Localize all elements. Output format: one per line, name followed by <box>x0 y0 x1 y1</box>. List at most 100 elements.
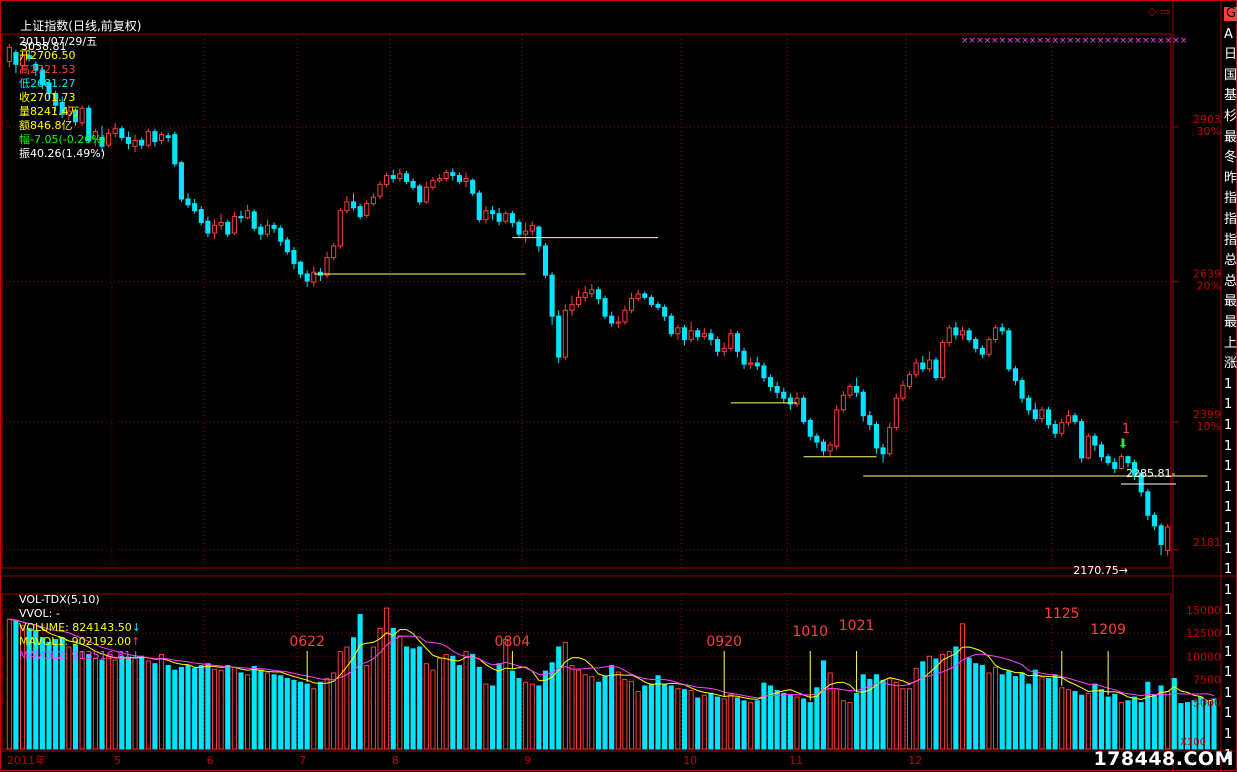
candle-body[interactable] <box>999 327 1005 332</box>
volume-bar[interactable] <box>920 661 926 750</box>
candle-body[interactable] <box>1026 397 1032 411</box>
volume-bar[interactable] <box>807 702 813 750</box>
volume-bar[interactable] <box>211 668 218 750</box>
candle-body[interactable] <box>622 309 628 323</box>
volume-bar[interactable] <box>906 688 913 750</box>
candle-body[interactable] <box>503 213 509 222</box>
volume-bar[interactable] <box>238 672 244 750</box>
candle-body[interactable] <box>648 296 654 305</box>
candle-body[interactable] <box>337 210 343 247</box>
volume-bar[interactable] <box>675 688 681 750</box>
volume-bar[interactable] <box>840 700 846 750</box>
volume-bar[interactable] <box>258 669 264 750</box>
candle-body[interactable] <box>192 203 198 212</box>
volume-bar[interactable] <box>503 639 509 750</box>
volume-bar[interactable] <box>205 663 211 750</box>
volume-bar[interactable] <box>794 696 800 750</box>
volume-bar[interactable] <box>569 665 575 750</box>
volume-bar[interactable] <box>344 646 350 750</box>
candle-body[interactable] <box>450 172 456 177</box>
candle-body[interactable] <box>1112 462 1118 469</box>
candle-body[interactable] <box>635 293 641 300</box>
candle-body[interactable] <box>106 132 112 146</box>
candle-body[interactable] <box>820 441 827 452</box>
candle-body[interactable] <box>900 384 906 399</box>
candle-body[interactable] <box>350 201 357 209</box>
volume-bar[interactable] <box>245 674 251 750</box>
volume-bar[interactable] <box>1092 683 1098 750</box>
candle-body[interactable] <box>940 342 946 379</box>
volume-bar[interactable] <box>688 690 694 750</box>
candle-body[interactable] <box>979 347 985 355</box>
candle-body[interactable] <box>489 210 496 215</box>
volume-bar[interactable] <box>529 683 535 750</box>
candle-body[interactable] <box>384 175 390 185</box>
candle-body[interactable] <box>959 330 966 336</box>
candle-body[interactable] <box>953 327 959 336</box>
candle-body[interactable] <box>344 201 350 212</box>
candle-body[interactable] <box>887 426 893 455</box>
candle-body[interactable] <box>443 172 449 179</box>
candle-body[interactable] <box>430 179 436 188</box>
candle-body[interactable] <box>152 131 158 143</box>
volume-bar[interactable] <box>1065 689 1071 750</box>
volume-bar[interactable] <box>761 682 767 750</box>
candle-body[interactable] <box>377 183 383 197</box>
volume-bar[interactable] <box>820 660 827 750</box>
volume-bar[interactable] <box>483 683 489 750</box>
volume-bar[interactable] <box>185 665 191 750</box>
volume-bar[interactable] <box>476 666 482 750</box>
volume-bar[interactable] <box>1072 691 1078 750</box>
candle-body[interactable] <box>364 203 370 216</box>
candle-body[interactable] <box>536 226 542 247</box>
candle-body[interactable] <box>218 221 224 226</box>
candle-body[interactable] <box>245 210 251 219</box>
candle-body[interactable] <box>973 339 979 349</box>
candle-body[interactable] <box>437 178 443 181</box>
volume-bar[interactable] <box>781 692 787 750</box>
candle-body[interactable] <box>470 179 476 194</box>
candle-body[interactable] <box>529 224 535 232</box>
volume-bar[interactable] <box>284 678 290 750</box>
volume-bar[interactable] <box>443 653 449 750</box>
volume-bar[interactable] <box>734 697 740 750</box>
volume-bar[interactable] <box>1059 687 1065 750</box>
candle-body[interactable] <box>595 289 601 300</box>
volume-bar[interactable] <box>993 666 999 750</box>
volume-bar[interactable] <box>509 670 515 750</box>
candle-body[interactable] <box>331 245 337 259</box>
volume-bar[interactable] <box>145 660 151 750</box>
candle-body[interactable] <box>1098 444 1105 458</box>
volume-bar[interactable] <box>165 665 171 750</box>
volume-bar[interactable] <box>748 702 754 750</box>
volume-bar[interactable] <box>754 700 760 750</box>
volume-bar[interactable] <box>331 672 337 750</box>
candle-body[interactable] <box>112 128 118 134</box>
volume-bar[interactable] <box>999 674 1005 750</box>
volume-bar[interactable] <box>668 685 674 750</box>
candle-body[interactable] <box>748 362 754 365</box>
volume-bar[interactable] <box>854 692 860 750</box>
volume-bar[interactable] <box>562 641 568 750</box>
volume-bar[interactable] <box>159 653 165 750</box>
volume-bar[interactable] <box>278 675 284 750</box>
candle-body[interactable] <box>251 211 257 229</box>
candle-body[interactable] <box>1039 409 1045 420</box>
candle-body[interactable] <box>946 327 952 344</box>
candle-body[interactable] <box>1019 380 1025 399</box>
volume-bar[interactable] <box>1138 702 1144 750</box>
candle-body[interactable] <box>913 362 919 376</box>
candle-body[interactable] <box>801 397 807 423</box>
candle-body[interactable] <box>721 347 727 352</box>
candle-body[interactable] <box>417 185 423 203</box>
candle-body[interactable] <box>476 192 482 220</box>
volume-bar[interactable] <box>370 646 376 750</box>
volume-bar[interactable] <box>615 671 621 750</box>
candle-body[interactable] <box>483 210 489 220</box>
candle-body[interactable] <box>456 175 462 182</box>
volume-bar[interactable] <box>384 607 390 750</box>
candle-body[interactable] <box>860 391 866 417</box>
candle-body[interactable] <box>165 135 171 139</box>
volume-bar[interactable] <box>192 667 198 750</box>
volume-bar[interactable] <box>417 646 423 750</box>
